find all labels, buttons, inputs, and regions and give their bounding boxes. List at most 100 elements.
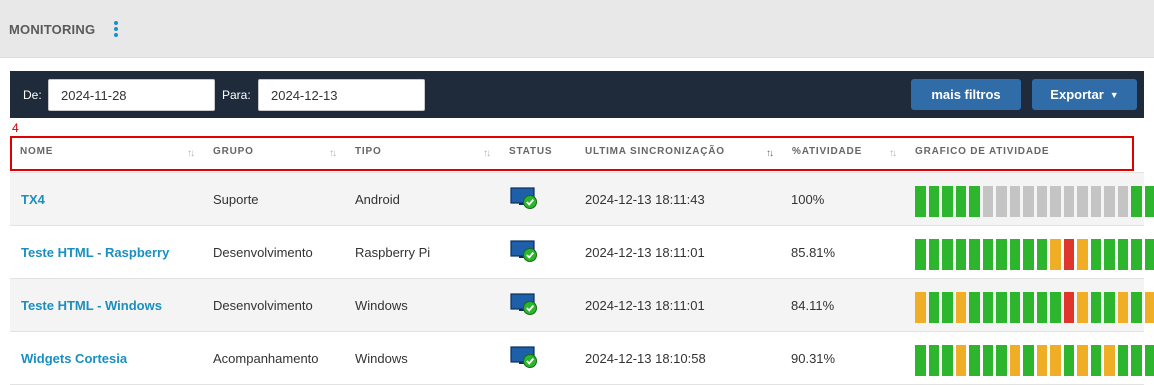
activity-bar xyxy=(982,292,993,323)
activity-bar xyxy=(1063,239,1074,270)
type-cell: Android xyxy=(355,192,400,207)
device-name-link[interactable]: Teste HTML - Windows xyxy=(21,298,162,313)
more-filters-label: mais filtros xyxy=(931,87,1001,102)
activity-bar xyxy=(942,292,953,323)
column-header-activity[interactable]: %ATIVIDADE xyxy=(792,146,862,157)
activity-bar xyxy=(1104,239,1115,270)
device-name-link[interactable]: Widgets Cortesia xyxy=(21,351,127,366)
last-sync-cell: 2024-12-13 18:11:43 xyxy=(585,192,705,207)
activity-bar xyxy=(942,345,953,376)
column-header-activity-graph: GRAFICO DE ATIVIDADE xyxy=(915,146,1050,157)
type-cell: Windows xyxy=(355,298,408,313)
activity-percent-cell: 84.11% xyxy=(791,298,835,313)
monitor-online-icon xyxy=(510,240,537,262)
sort-icon[interactable]: ↑↓ xyxy=(187,148,195,159)
activity-bar xyxy=(955,239,966,270)
activity-graph xyxy=(915,292,1154,323)
from-date-input[interactable]: 2024-11-28 xyxy=(48,79,215,111)
activity-bar xyxy=(928,292,939,323)
activity-bar xyxy=(996,345,1007,376)
monitor-online-icon xyxy=(510,346,537,368)
activity-bar xyxy=(1104,292,1115,323)
activity-bar xyxy=(915,292,926,323)
activity-bar xyxy=(1104,345,1115,376)
activity-bar xyxy=(1131,292,1142,323)
activity-bar xyxy=(996,292,1007,323)
activity-bar xyxy=(982,345,993,376)
column-header-nome[interactable]: NOME xyxy=(20,146,53,157)
activity-bar xyxy=(982,239,993,270)
activity-bar xyxy=(942,186,953,217)
column-header-tipo[interactable]: TIPO xyxy=(355,146,382,157)
activity-bar xyxy=(1063,345,1074,376)
column-header-grupo[interactable]: GRUPO xyxy=(213,146,254,157)
activity-bar xyxy=(996,239,1007,270)
activity-bar xyxy=(1117,186,1128,217)
group-cell: Desenvolvimento xyxy=(213,298,313,313)
activity-bar xyxy=(969,239,980,270)
group-cell: Desenvolvimento xyxy=(213,245,313,260)
more-options-icon[interactable] xyxy=(113,21,119,37)
last-sync-cell: 2024-12-13 18:11:01 xyxy=(585,245,705,260)
activity-bar xyxy=(1144,239,1154,270)
activity-graph xyxy=(915,186,1154,217)
device-name-link[interactable]: TX4 xyxy=(21,192,45,207)
caret-down-icon: ▼ xyxy=(1109,90,1119,101)
result-count: 4 xyxy=(12,121,19,135)
activity-bar xyxy=(1117,239,1128,270)
activity-percent-cell: 100% xyxy=(791,192,825,207)
activity-bar xyxy=(1009,239,1020,270)
activity-bar xyxy=(1023,292,1034,323)
more-filters-button[interactable]: mais filtros xyxy=(911,79,1021,110)
activity-bar xyxy=(1063,292,1074,323)
to-date-input[interactable]: 2024-12-13 xyxy=(258,79,425,111)
sort-desc-icon[interactable]: ↑↓ xyxy=(766,148,774,159)
monitor-online-icon xyxy=(510,187,537,209)
activity-bar xyxy=(1036,239,1047,270)
activity-bar xyxy=(1144,186,1154,217)
activity-bar xyxy=(1036,345,1047,376)
activity-bar xyxy=(1090,239,1101,270)
type-cell: Windows xyxy=(355,351,408,366)
activity-bar xyxy=(1131,239,1142,270)
filter-bar: De: 2024-11-28 Para: 2024-12-13 mais fil… xyxy=(10,71,1144,118)
activity-bar xyxy=(1104,186,1115,217)
group-cell: Suporte xyxy=(213,192,259,207)
last-sync-cell: 2024-12-13 18:11:01 xyxy=(585,298,705,313)
activity-bar xyxy=(1144,292,1154,323)
sort-icon[interactable]: ↑↓ xyxy=(329,148,337,159)
table-row[interactable]: Teste HTML - Windows Desenvolvimento Win… xyxy=(10,278,1154,331)
activity-bar xyxy=(1090,292,1101,323)
activity-bar xyxy=(1077,186,1088,217)
monitor-online-icon xyxy=(510,293,537,315)
activity-bar xyxy=(1090,345,1101,376)
table-row[interactable]: TX4 Suporte Android 2024-12-13 18:11:43 … xyxy=(10,172,1154,225)
activity-bar xyxy=(1009,345,1020,376)
device-name-link[interactable]: Teste HTML - Raspberry xyxy=(21,245,169,260)
activity-bar xyxy=(928,345,939,376)
activity-bar xyxy=(1036,186,1047,217)
activity-bar xyxy=(1023,239,1034,270)
activity-bar xyxy=(1077,239,1088,270)
group-cell: Acompanhamento xyxy=(213,351,319,366)
sort-icon[interactable]: ↑↓ xyxy=(483,148,491,159)
activity-bar xyxy=(1063,186,1074,217)
table-row[interactable]: Widgets Cortesia Acompanhamento Windows … xyxy=(10,331,1154,384)
sort-icon[interactable]: ↑↓ xyxy=(889,148,897,159)
activity-bar xyxy=(915,239,926,270)
page-title: MONITORING xyxy=(9,22,96,37)
activity-bar xyxy=(928,186,939,217)
activity-bar xyxy=(969,186,980,217)
last-sync-cell: 2024-12-13 18:10:58 xyxy=(585,351,706,366)
activity-bar xyxy=(1077,292,1088,323)
export-button[interactable]: Exportar ▼ xyxy=(1032,79,1137,110)
column-header-sync[interactable]: ULTIMA SINCRONIZAÇÃO xyxy=(585,146,725,157)
table-row[interactable]: Teste HTML - Raspberry Desenvolvimento R… xyxy=(10,225,1154,278)
activity-bar xyxy=(1117,345,1128,376)
activity-bar xyxy=(1144,345,1154,376)
activity-bar xyxy=(1050,292,1061,323)
activity-bar xyxy=(1050,345,1061,376)
activity-bar xyxy=(1077,345,1088,376)
activity-bar xyxy=(1036,292,1047,323)
activity-bar xyxy=(1050,239,1061,270)
